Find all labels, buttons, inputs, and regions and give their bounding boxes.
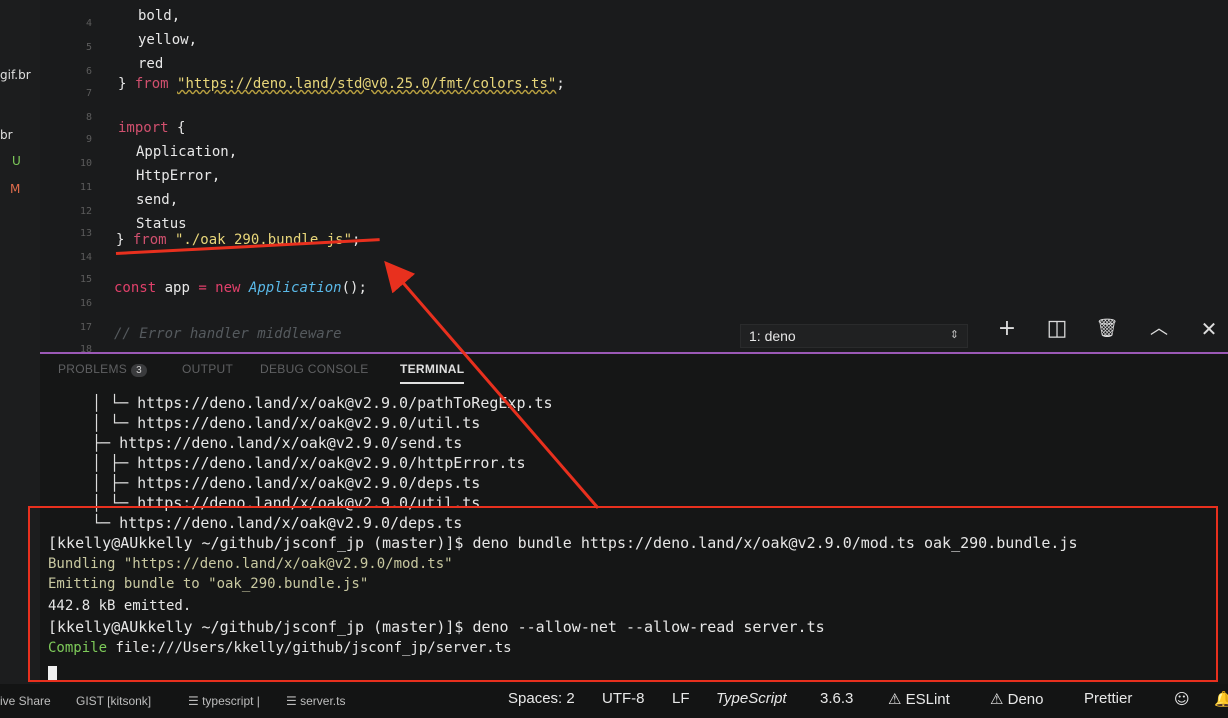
status-live-share[interactable]: ive Share — [0, 694, 51, 708]
status-prettier[interactable]: Prettier — [1084, 690, 1132, 707]
line-number-gutter: 4 5 6 7 8 9 10 11 12 13 14 15 16 17 18 — [40, 0, 102, 355]
code-line: yellow, — [138, 32, 198, 48]
tab-problems[interactable]: PROBLEMS 3 — [58, 362, 147, 377]
terminal-line: ├─ https://deno.land/x/oak@v2.9.0/send.t… — [92, 434, 463, 452]
status-eol[interactable]: LF — [672, 690, 690, 707]
smiley-icon[interactable]: ☺ — [1174, 690, 1190, 708]
list-icon: ☰ — [286, 694, 301, 708]
status-indentation[interactable]: Spaces: 2 — [508, 690, 575, 707]
bottom-panel: PROBLEMS 3 OUTPUT DEBUG CONSOLE TERMINAL … — [40, 316, 1228, 684]
code-line: Application, — [136, 144, 238, 160]
terminal-line: │ └─ https://deno.land/x/oak@v2.9.0/util… — [92, 494, 481, 512]
line-number: 10 — [79, 158, 92, 169]
line-number: 6 — [85, 66, 92, 77]
close-icon[interactable]: ✕ — [1196, 316, 1222, 342]
line-number: 15 — [79, 274, 92, 285]
code-line: red — [138, 56, 164, 72]
terminal-select[interactable]: 1: deno ⇕ — [740, 324, 968, 348]
line-number: 12 — [79, 206, 92, 217]
terminal-line: Emitting bundle to "oak_290.bundle.js" — [48, 576, 369, 592]
line-number: 16 — [79, 298, 92, 309]
status-deno[interactable]: ⚠ Deno — [990, 690, 1043, 708]
status-outline[interactable]: ☰ typescript | — [188, 694, 260, 708]
explorer-item[interactable]: gif.br — [0, 68, 31, 82]
code-editor[interactable]: 4 5 6 7 8 9 10 11 12 13 14 15 16 17 18 b… — [40, 0, 1228, 355]
status-bar: ive Share GIST [kitsonk] ☰ typescript | … — [0, 684, 1228, 718]
git-status-untracked: U — [12, 154, 21, 168]
status-eslint[interactable]: ⚠ ESLint — [888, 690, 950, 708]
explorer-item[interactable]: br — [0, 128, 13, 142]
git-status-modified: M — [10, 182, 21, 196]
code-line: HttpError, — [136, 168, 221, 184]
explorer-sidebar: gif.br br U M — [0, 0, 40, 700]
line-number: 8 — [85, 112, 92, 123]
terminal-line: │ └─ https://deno.land/x/oak@v2.9.0/util… — [92, 414, 481, 432]
tab-terminal[interactable]: TERMINAL — [400, 362, 465, 384]
warning-icon: ⚠ — [990, 691, 1008, 708]
terminal-command-bundle: [kkelly@AUkkelly ~/github/jsconf_jp (mas… — [48, 534, 1078, 552]
terminal-line: Compile file:///Users/kkelly/github/jsco… — [48, 640, 512, 656]
status-file[interactable]: ☰ server.ts — [286, 694, 345, 708]
plus-icon[interactable]: + — [994, 316, 1020, 342]
line-number: 14 — [79, 252, 92, 263]
code-line: send, — [136, 192, 179, 208]
terminal-line: │ └─ https://deno.land/x/oak@v2.9.0/path… — [92, 394, 553, 412]
warning-icon: ⚠ — [888, 691, 906, 708]
status-encoding[interactable]: UTF-8 — [602, 690, 645, 707]
tab-output[interactable]: OUTPUT — [182, 362, 233, 376]
panel-tabs: PROBLEMS 3 OUTPUT DEBUG CONSOLE TERMINAL — [40, 354, 1228, 390]
chevron-up-icon[interactable]: ︿ — [1146, 316, 1172, 342]
bell-icon[interactable]: 🔔 — [1214, 690, 1228, 708]
terminal-command-run: [kkelly@AUkkelly ~/github/jsconf_jp (mas… — [48, 618, 825, 636]
status-ts-version[interactable]: 3.6.3 — [820, 690, 853, 707]
code-line-const-app: const app = new Application(); — [114, 280, 367, 296]
split-icon[interactable]: ◫ — [1044, 316, 1070, 342]
terminal-line: 442.8 kB emitted. — [48, 598, 192, 614]
code-comment: // Error handler middleware — [114, 326, 342, 342]
code-line: bold, — [138, 8, 181, 24]
terminal-line: Bundling "https://deno.land/x/oak@v2.9.0… — [48, 556, 453, 572]
trash-icon[interactable]: 🗑 — [1094, 316, 1120, 342]
code-line: Status — [136, 216, 187, 232]
line-number: 5 — [85, 42, 92, 53]
line-number: 4 — [85, 18, 92, 29]
terminal-line: │ ├─ https://deno.land/x/oak@v2.9.0/deps… — [92, 474, 481, 492]
terminal-line: │ ├─ https://deno.land/x/oak@v2.9.0/http… — [92, 454, 526, 472]
code-line-import: import { — [118, 120, 186, 136]
select-caret-icon: ⇕ — [949, 329, 959, 341]
line-number: 9 — [85, 134, 92, 145]
tab-debug-console[interactable]: DEBUG CONSOLE — [260, 362, 369, 376]
terminal-line: └─ https://deno.land/x/oak@v2.9.0/deps.t… — [92, 514, 463, 532]
code-line-import-colors: } from "https://deno.land/std@v0.25.0/fm… — [118, 76, 565, 92]
status-gist[interactable]: GIST [kitsonk] — [76, 694, 151, 708]
line-number: 17 — [79, 322, 92, 333]
line-number: 7 — [85, 88, 92, 99]
line-number: 13 — [79, 228, 92, 239]
line-number: 11 — [79, 182, 92, 193]
terminal-cursor — [48, 666, 57, 682]
problems-count-badge: 3 — [131, 364, 147, 377]
list-icon: ☰ — [188, 694, 203, 708]
status-language[interactable]: TypeScript — [716, 690, 787, 707]
